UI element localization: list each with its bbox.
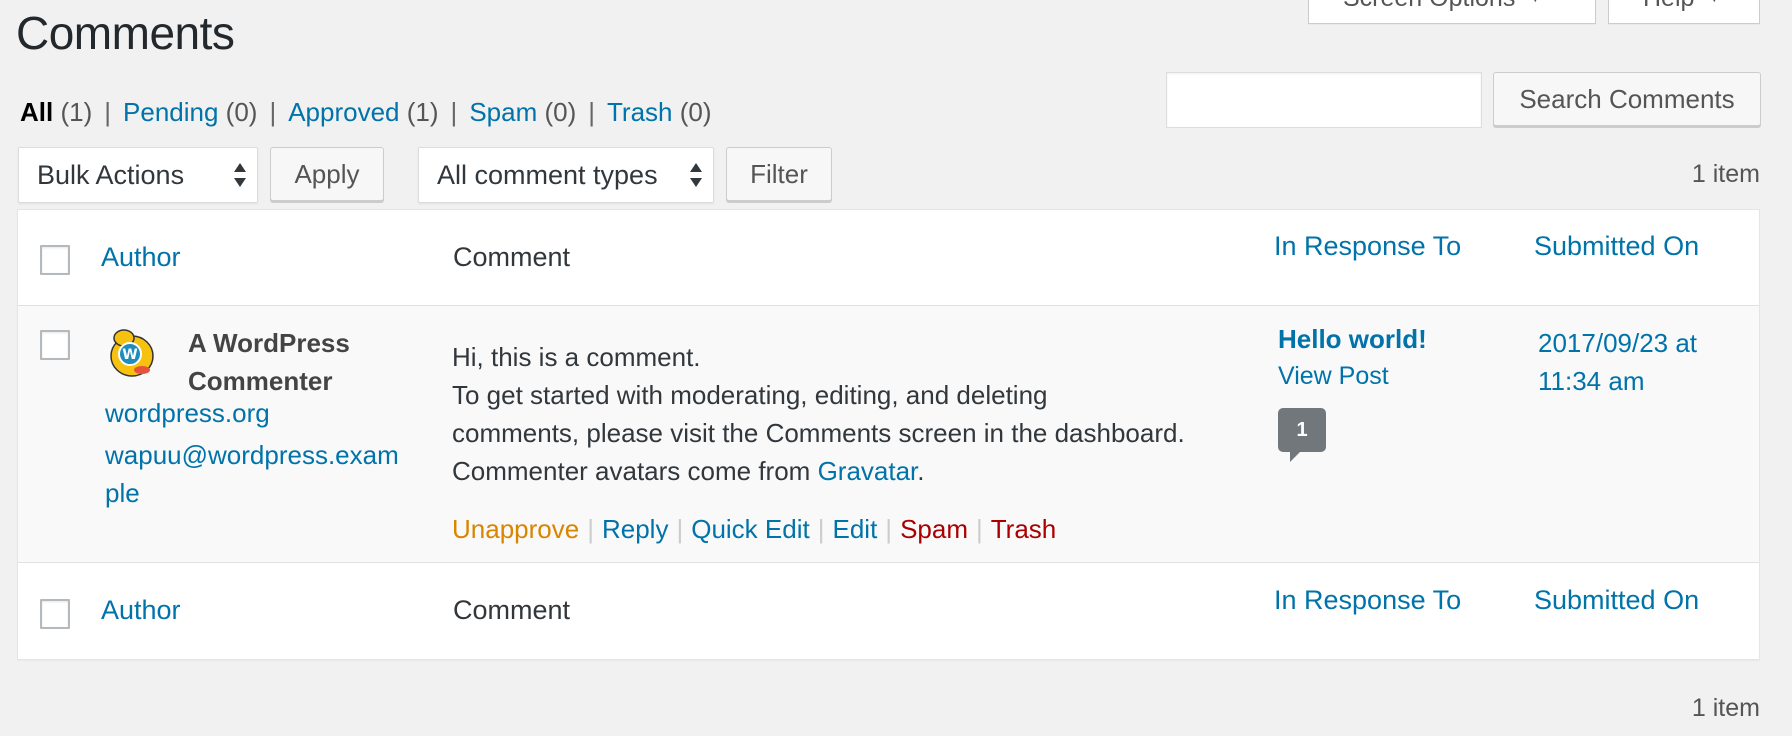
filter-spam-count: (0)	[544, 97, 577, 127]
column-author[interactable]: Author	[101, 242, 181, 273]
action-separator: |	[587, 514, 594, 544]
comment-line4-prefix: Commenter avatars come from	[452, 456, 818, 486]
quick-edit-link[interactable]: Quick Edit	[691, 514, 810, 544]
comment-body: Hi, this is a comment. To get started wi…	[452, 338, 1252, 490]
author-email-link[interactable]: wapuu@wordpress.exam ple	[105, 436, 399, 512]
author-url-link[interactable]: wordpress.org	[105, 398, 270, 429]
apply-button[interactable]: Apply	[270, 147, 384, 201]
caret-down-icon: ▼	[1527, 0, 1543, 6]
author-name-line2: Commenter	[188, 366, 333, 396]
filter-all-count: (1)	[60, 97, 93, 127]
screen-options-button[interactable]: Screen Options ▼	[1308, 0, 1596, 24]
column-author-footer[interactable]: Author	[101, 595, 181, 626]
filter-separator: |	[104, 97, 112, 127]
filter-approved-label: Approved	[288, 97, 400, 127]
table-footer-row: Author Comment In Response To Submitted …	[18, 563, 1759, 659]
comment-count-bubble[interactable]: 1	[1278, 408, 1326, 462]
row-actions: Unapprove | Reply | Quick Edit | Edit | Spam | Tra…	[452, 514, 1056, 545]
wapuu-avatar-icon: W	[110, 329, 154, 377]
column-comment-footer: Comment	[453, 595, 571, 625]
filter-all[interactable]: All (1)	[20, 97, 92, 127]
submitted-date: 2017/09/23 at	[1538, 328, 1698, 358]
comment-line4-suffix: .	[917, 456, 925, 486]
caret-down-icon: ▼	[1706, 0, 1722, 6]
table-row: W A WordPress Commenter wordpress.org wa…	[18, 305, 1759, 563]
filter-trash[interactable]: Trash	[607, 97, 673, 127]
comment-types-value: All comment types	[437, 160, 658, 190]
filter-approved-count: (1)	[406, 97, 439, 127]
page-title: Comments	[16, 7, 235, 59]
gravatar-link[interactable]: Gravatar	[818, 456, 918, 486]
updown-arrows-icon	[234, 163, 246, 187]
filter-spam[interactable]: Spam	[469, 97, 537, 127]
comment-line: To get started with moderating, editing,…	[452, 380, 1048, 410]
action-separator: |	[885, 514, 893, 544]
action-separator: |	[975, 514, 983, 544]
comment-line: Hi, this is a comment.	[452, 342, 701, 372]
bulk-actions-select[interactable]: Bulk Actions	[18, 147, 258, 203]
author-name-line1: A WordPress	[188, 328, 350, 358]
column-in-response-to-footer[interactable]: In Response To	[1274, 585, 1461, 616]
comment-types-select[interactable]: All comment types	[418, 147, 714, 203]
filter-separator: |	[588, 97, 596, 127]
column-submitted-on-footer[interactable]: Submitted On	[1534, 585, 1699, 616]
column-comment: Comment	[453, 242, 571, 272]
submitted-on-link[interactable]: 2017/09/23 at 11:34 am	[1538, 324, 1697, 400]
select-all-checkbox-footer[interactable]	[40, 599, 70, 629]
filter-pending-count: (0)	[225, 97, 258, 127]
action-separator: |	[676, 514, 684, 544]
updown-arrows-icon	[690, 163, 702, 187]
filter-separator: |	[269, 97, 277, 127]
bulk-actions-value: Bulk Actions	[37, 160, 185, 190]
action-separator: |	[817, 514, 825, 544]
filter-button[interactable]: Filter	[726, 147, 832, 201]
reply-link[interactable]: Reply	[602, 514, 668, 544]
comment-line: Commenter avatars come from Gravatar.	[452, 452, 1252, 490]
filter-pending-label: Pending	[123, 97, 219, 127]
column-submitted-on[interactable]: Submitted On	[1534, 231, 1699, 262]
filter-all-label: All	[20, 97, 54, 127]
comment-line: comments, please visit the Comments scre…	[452, 418, 1185, 448]
column-in-response-to[interactable]: In Response To	[1274, 231, 1461, 262]
filter-separator: |	[450, 97, 458, 127]
help-label: Help	[1643, 0, 1694, 12]
items-count: 1 item	[1691, 160, 1760, 188]
view-post-link[interactable]: View Post	[1278, 362, 1389, 391]
spam-link[interactable]: Spam	[900, 514, 968, 544]
filter-trash-count: (0)	[679, 97, 712, 127]
trash-link[interactable]: Trash	[991, 514, 1057, 544]
filter-approved[interactable]: Approved	[288, 97, 399, 127]
submitted-time: 11:34 am	[1538, 366, 1645, 396]
edit-link[interactable]: Edit	[832, 514, 877, 544]
comments-table: Author Comment In Response To Submitted …	[17, 209, 1760, 660]
author-name: A WordPress Commenter	[188, 324, 388, 400]
filter-pending[interactable]: Pending	[123, 97, 218, 127]
select-all-checkbox[interactable]	[40, 245, 70, 275]
status-filters: All (1) | Pending (0) | Approved (1) | Spam (0…	[20, 97, 712, 128]
post-title-link[interactable]: Hello world!	[1278, 324, 1427, 355]
row-checkbox[interactable]	[40, 330, 70, 360]
unapprove-link[interactable]: Unapprove	[452, 514, 579, 544]
search-comments-button[interactable]: Search Comments	[1493, 72, 1761, 126]
svg-text:W: W	[122, 347, 137, 363]
screen-options-label: Screen Options	[1343, 0, 1515, 12]
author-email-line2: ple	[105, 478, 140, 508]
search-comments-input[interactable]	[1166, 72, 1482, 128]
table-header-row: Author Comment In Response To Submitted …	[18, 210, 1759, 305]
items-count-bottom: 1 item	[1691, 694, 1760, 722]
filter-trash-label: Trash	[607, 97, 673, 127]
filter-spam-label: Spam	[469, 97, 538, 127]
help-button[interactable]: Help ▼	[1608, 0, 1760, 24]
author-email-line1: wapuu@wordpress.exam	[105, 440, 399, 470]
